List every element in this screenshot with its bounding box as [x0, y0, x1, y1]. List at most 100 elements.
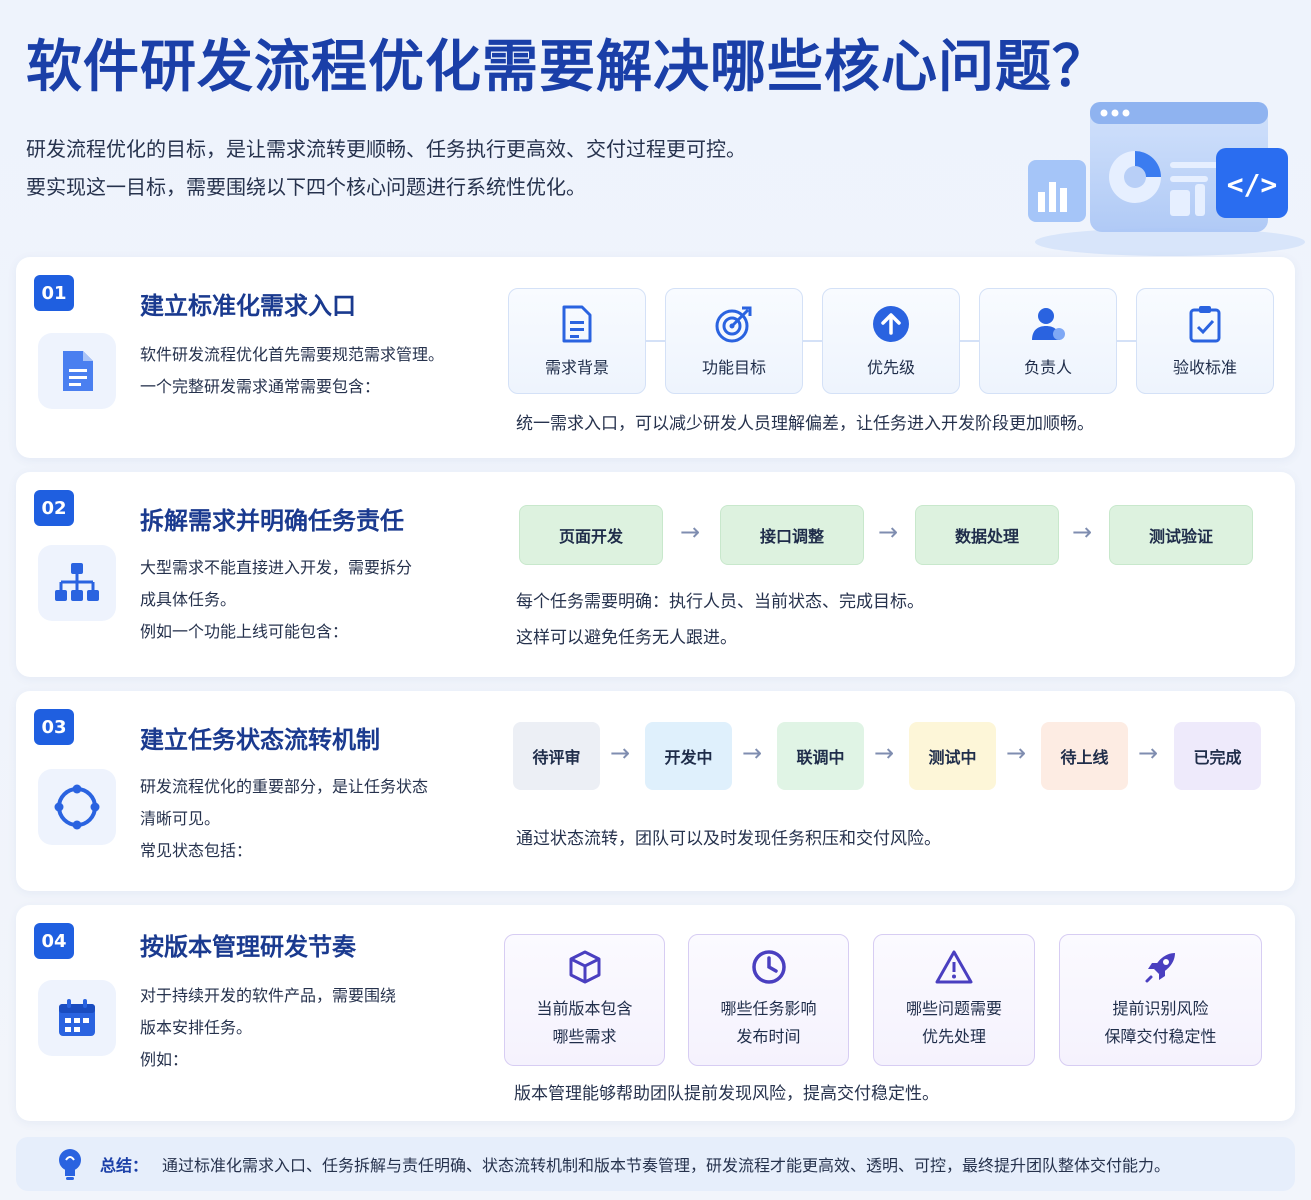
label-line: 提前识别风险 [1112, 999, 1209, 1018]
desc-line: 常见状态包括： [140, 841, 253, 860]
section-1-card: 01 建立标准化需求入口 软件研发流程优化首先需要规范需求管理。 一个完整研发需… [16, 257, 1295, 458]
item-label: 负责人 [1023, 358, 1072, 377]
calendar-icon [38, 980, 116, 1056]
section-note: 每个任务需要明确：执行人员、当前状态、完成目标。 这样可以避免任务无人跟进。 [516, 584, 924, 656]
item-label: 优先级 [866, 358, 915, 377]
label-line: 优先处理 [921, 1027, 986, 1046]
item-label: 哪些问题需要 优先处理 [906, 995, 1002, 1051]
desc-line: 软件研发流程优化首先需要规范需求管理。 [140, 345, 445, 364]
item-acceptance-criteria: 验收标准 [1136, 288, 1274, 394]
item-label: 功能目标 [701, 358, 766, 377]
task-page-dev: 页面开发 [519, 505, 663, 565]
status-completed: 已完成 [1174, 722, 1261, 790]
section-number: 04 [34, 923, 74, 959]
arrow-right-icon: → [742, 739, 763, 767]
section-title: 按版本管理研发节奏 [140, 933, 356, 961]
status-developing: 开发中 [645, 722, 732, 790]
item-label: 当前版本包含 哪些需求 [536, 995, 632, 1051]
desc-line: 例如一个功能上线可能包含： [140, 622, 349, 641]
label-line: 发布时间 [736, 1027, 801, 1046]
status-integrating: 联调中 [777, 722, 864, 790]
page-subtitle: 研发流程优化的目标，是让需求流转更顺畅、任务执行更高效、交付过程更可控。 要实现… [26, 130, 746, 206]
section-4-card: 04 按版本管理研发节奏 对于持续开发的软件产品，需要围绕 版本安排任务。 例如… [16, 905, 1295, 1121]
summary-text: 通过标准化需求入口、任务拆解与责任明确、状态流转机制和版本节奏管理，研发流程才能… [162, 1156, 1171, 1175]
arrow-up-circle-icon [873, 306, 909, 342]
desc-line: 成具体任务。 [140, 590, 237, 609]
label-line: 哪些问题需要 [905, 999, 1002, 1018]
item-label: 验收标准 [1172, 358, 1237, 377]
desc-line: 一个完整研发需求通常需要包含： [140, 377, 381, 396]
document-lines-icon [562, 305, 592, 343]
hero-illustration: </> [1028, 102, 1305, 256]
section-title: 建立标准化需求入口 [140, 292, 356, 320]
task-api-adjust: 接口调整 [720, 505, 864, 565]
version-item-requirements: 当前版本包含 哪些需求 [504, 934, 665, 1066]
desc-line: 大型需求不能直接进入开发，需要拆分 [140, 558, 413, 577]
note-line: 统一需求入口，可以减少研发人员理解偏差，让任务进入开发阶段更加顺畅。 [516, 414, 1094, 434]
connector [1115, 340, 1137, 342]
item-label: 哪些任务影响 发布时间 [720, 995, 816, 1051]
status-pending-review: 待评审 [513, 722, 600, 790]
section-note: 统一需求入口，可以减少研发人员理解偏差，让任务进入开发阶段更加顺畅。 [516, 406, 1094, 442]
summary-label: 总结： [100, 1156, 149, 1175]
connector [958, 340, 980, 342]
arrow-right-icon: → [1138, 739, 1159, 767]
desc-line: 例如： [140, 1050, 189, 1069]
section-title: 拆解需求并明确任务责任 [140, 507, 404, 535]
target-icon [715, 306, 752, 343]
task-data-processing: 数据处理 [915, 505, 1059, 565]
arrow-right-icon: → [1072, 518, 1093, 546]
note-line: 这样可以避免任务无人跟进。 [516, 628, 737, 648]
section-note: 通过状态流转，团队可以及时发现任务积压和交付风险。 [516, 821, 941, 857]
label-line: 当前版本包含 [536, 999, 633, 1018]
item-label: 需求背景 [544, 358, 609, 377]
arrow-right-icon: → [680, 518, 701, 546]
item-requirement-background: 需求背景 [508, 288, 646, 394]
note-line: 每个任务需要明确：执行人员、当前状态、完成目标。 [516, 592, 924, 612]
item-label: 提前识别风险 保障交付稳定性 [1104, 995, 1216, 1051]
task-test-verify: 测试验证 [1109, 505, 1253, 565]
desc-line: 对于持续开发的软件产品，需要围绕 [140, 986, 397, 1005]
desc-line: 研发流程优化的重要部分，是让任务状态 [140, 777, 429, 796]
connector [801, 340, 823, 342]
section-2-card: 02 拆解需求并明确任务责任 大型需求不能直接进入开发，需要拆分 成具体任务。 … [16, 472, 1295, 677]
svg-text:</>: </> [1227, 168, 1278, 201]
connector [644, 340, 666, 342]
item-priority: 优先级 [822, 288, 960, 394]
note-line: 通过状态流转，团队可以及时发现任务积压和交付风险。 [516, 829, 941, 849]
checklist-icon [1189, 306, 1221, 343]
section-note: 版本管理能够帮助团队提前发现风险，提高交付稳定性。 [514, 1076, 939, 1112]
label-line: 保障交付稳定性 [1104, 1027, 1217, 1046]
section-desc: 研发流程优化的重要部分，是让任务状态 清晰可见。 常见状态包括： [140, 771, 428, 867]
item-function-goal: 功能目标 [665, 288, 803, 394]
status-pending-release: 待上线 [1041, 722, 1128, 790]
subtitle-line: 研发流程优化的目标，是让需求流转更顺畅、任务执行更高效、交付过程更可控。 [26, 137, 746, 161]
arrow-right-icon: → [610, 739, 631, 767]
lightbulb-icon [59, 1149, 81, 1180]
version-item-priority-issues: 哪些问题需要 优先处理 [873, 934, 1035, 1066]
arrow-right-icon: → [1006, 739, 1027, 767]
section-number: 01 [34, 275, 74, 311]
arrow-right-icon: → [878, 518, 899, 546]
version-item-release-time: 哪些任务影响 发布时间 [688, 934, 849, 1066]
cube-icon [569, 950, 600, 984]
hierarchy-icon [38, 545, 116, 621]
section-number: 02 [34, 490, 74, 526]
document-icon [38, 333, 116, 409]
section-title: 建立任务状态流转机制 [140, 726, 380, 754]
label-line: 哪些任务影响 [720, 999, 817, 1018]
status-testing: 测试中 [909, 722, 996, 790]
rocket-icon [1145, 953, 1175, 983]
section-number: 03 [34, 709, 74, 745]
note-line: 版本管理能够帮助团队提前发现风险，提高交付稳定性。 [514, 1084, 939, 1104]
clock-icon [751, 950, 786, 984]
section-desc: 对于持续开发的软件产品，需要围绕 版本安排任务。 例如： [140, 980, 396, 1076]
section-desc: 软件研发流程优化首先需要规范需求管理。 一个完整研发需求通常需要包含： [140, 339, 444, 403]
page-title: 软件研发流程优化需要解决哪些核心问题？ [26, 35, 1109, 100]
cycle-icon [38, 769, 116, 845]
label-line: 哪些需求 [552, 1027, 617, 1046]
person-icon [1032, 308, 1065, 340]
desc-line: 版本安排任务。 [140, 1018, 253, 1037]
item-owner: 负责人 [979, 288, 1117, 394]
section-3-card: 03 建立任务状态流转机制 研发流程优化的重要部分，是让任务状态 清晰可见。 常… [16, 691, 1295, 891]
